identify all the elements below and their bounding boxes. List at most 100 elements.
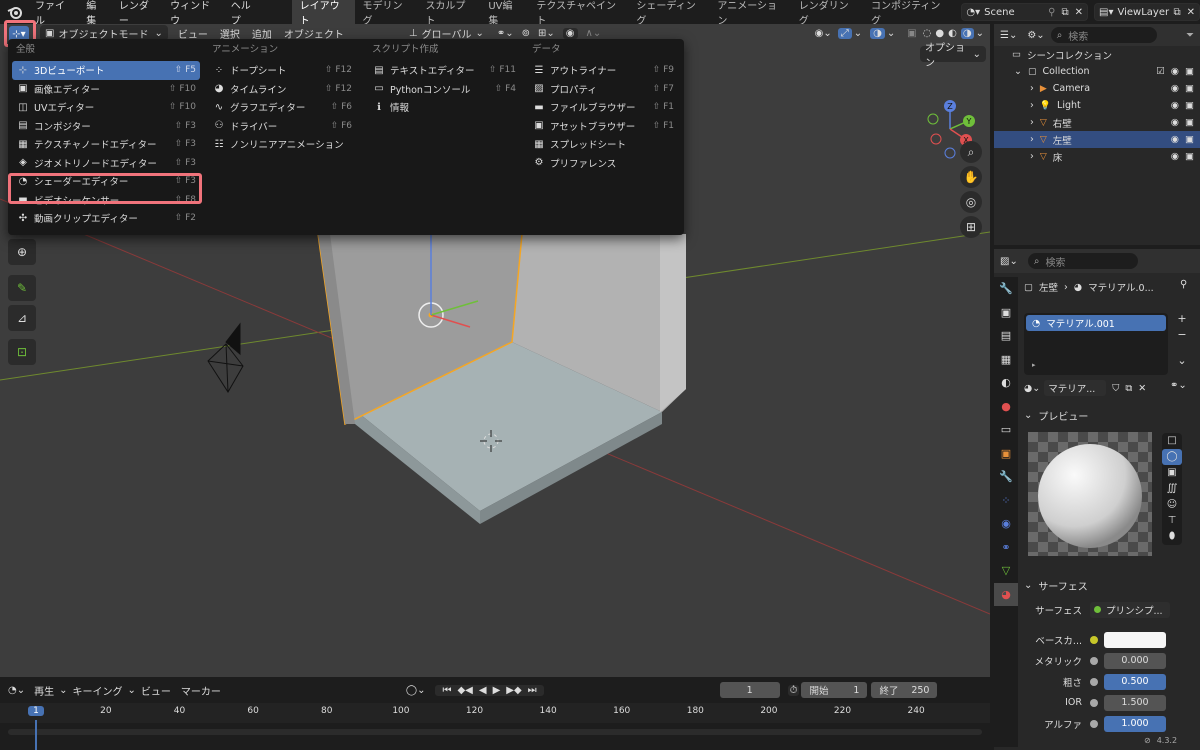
editor-menu-item[interactable]: ▦ スプレッドシート	[528, 135, 678, 154]
tool-tab-icon[interactable]: 🔧	[994, 277, 1018, 301]
editor-menu-item[interactable]: ⊹ 3Dビューポート ⇧ F5	[12, 61, 200, 80]
editor-menu-item[interactable]: ⁘ ドープシート ⇧ F12	[208, 61, 356, 80]
material-slot-list[interactable]: ◔ マテリアル.001 ▸	[1024, 313, 1168, 375]
eye-icon[interactable]: ◉	[1171, 83, 1179, 94]
pin-icon[interactable]: ⚲	[1180, 279, 1187, 290]
shader-field-value[interactable]: 0.000	[1104, 652, 1166, 669]
preview-flat-icon[interactable]: □	[1162, 433, 1182, 449]
camera-render-icon[interactable]: ▣	[1185, 151, 1194, 162]
pan-hand-icon[interactable]: ✋	[960, 166, 982, 188]
menu-item[interactable]: レンダー	[112, 0, 163, 27]
measure-tool-icon[interactable]: ⊿	[8, 305, 36, 331]
preview-panel-header[interactable]: ⌄ プレビュー	[1024, 407, 1088, 423]
auto-keying-icon[interactable]: ◯⌄	[406, 685, 426, 696]
pivot-icon[interactable]: ⚭⌄	[497, 28, 514, 39]
prev-keyframe-icon[interactable]: ◆◀	[454, 685, 475, 696]
editor-menu-item[interactable]: ▤ テキストエディター ⇧ F11	[368, 61, 520, 80]
shading-material-icon[interactable]: ◐	[948, 28, 957, 39]
camera-render-icon[interactable]: ▣	[1185, 83, 1194, 94]
add-slot-icon[interactable]: +	[1174, 311, 1190, 327]
annotate-tool-icon[interactable]: ✎	[8, 275, 36, 301]
expand-arrow-icon[interactable]: ›	[1030, 100, 1034, 111]
material-slot-item[interactable]: ◔ マテリアル.001	[1026, 315, 1166, 331]
filter-icon[interactable]: ⏷	[1186, 30, 1194, 41]
outliner-row[interactable]: › ▽ 床 ◉ ▣	[994, 148, 1200, 165]
editor-menu-item[interactable]: ▣ アセットブラウザー ⇧ F1	[528, 117, 678, 136]
editor-menu-item[interactable]: ∿ グラフエディター ⇧ F6	[208, 98, 356, 117]
camera-render-icon[interactable]: ▣	[1185, 100, 1194, 111]
current-frame-field[interactable]: 1	[719, 682, 780, 698]
physics-tab-icon[interactable]: ◉	[994, 512, 1018, 536]
shading-solid-icon[interactable]: ●	[935, 28, 944, 39]
preview-cube-icon[interactable]: ▣	[1162, 465, 1182, 481]
view-layer-selector[interactable]: ▤▾ ViewLayer ⧉ ✕	[1094, 3, 1200, 21]
expand-arrow-icon[interactable]: ⌄	[1014, 66, 1022, 77]
view-layer-tab-icon[interactable]: ▦	[994, 348, 1018, 372]
world-tab-icon[interactable]: ●	[994, 395, 1018, 419]
surface-panel-header[interactable]: ⌄ サーフェス	[1024, 577, 1088, 593]
timeline-editor-icon[interactable]: ◔⌄	[8, 685, 25, 696]
slot-menu-icon[interactable]: ⌄	[1174, 353, 1190, 369]
timeline-view-menu[interactable]: ビュー	[136, 683, 176, 698]
editor-menu-item[interactable]: ✣ 動画クリップエディター ⇧ F2	[12, 209, 200, 228]
editor-menu-item[interactable]: ☰ アウトライナー ⇧ F9	[528, 61, 678, 80]
expand-arrow-icon[interactable]: ›	[1030, 83, 1034, 94]
outliner-search-input[interactable]: ⌕ 検索	[1050, 27, 1157, 43]
jump-end-icon[interactable]: ⏭	[525, 685, 540, 696]
shading-dropdown-icon[interactable]: ⌄	[976, 28, 984, 39]
perspective-grid-icon[interactable]: ⊞	[960, 216, 982, 238]
outliner-row[interactable]: › ▽ 右壁 ◉ ▣	[994, 114, 1200, 131]
editor-menu-item[interactable]: ◕ タイムライン ⇧ F12	[208, 80, 356, 99]
overlay-toggle-icon[interactable]: ◑	[870, 27, 885, 39]
preview-cloth-icon[interactable]: ⊤	[1162, 513, 1182, 529]
editor-menu-item[interactable]: ▬ ファイルブラウザー ⇧ F1	[528, 98, 678, 117]
node-tree-icon[interactable]: ⚭⌄	[1170, 380, 1187, 391]
particles-tab-icon[interactable]: ⁘	[994, 489, 1018, 513]
end-frame-field[interactable]: 終了 250	[871, 682, 938, 698]
properties-editor-icon[interactable]: ▨⌄	[1000, 256, 1018, 267]
editor-menu-item[interactable]: ▨ プロパティ ⇧ F7	[528, 80, 678, 99]
expand-arrow-icon[interactable]: ›	[1030, 117, 1034, 128]
outliner-row[interactable]: › 💡 Light ◉ ▣	[994, 97, 1200, 114]
shading-wireframe-icon[interactable]: ◌	[923, 28, 932, 39]
playhead-line[interactable]	[35, 720, 37, 750]
scene-selector[interactable]: ◔▾ Scene ⚲ ⧉ ✕	[961, 3, 1088, 21]
eye-icon[interactable]: ◉	[1171, 151, 1179, 162]
editor-menu-item[interactable]: ⚇ ドライバー ⇧ F6	[208, 117, 356, 136]
shader-field-value[interactable]: 1.000	[1104, 715, 1166, 732]
unlink-icon[interactable]: ✕	[1138, 383, 1146, 394]
duplicate-icon[interactable]: ⧉	[1125, 383, 1132, 394]
editor-menu-item[interactable]: ◫ UVエディター ⇧ F10	[12, 98, 200, 117]
camera-view-icon[interactable]: ◎	[960, 191, 982, 213]
data-tab-icon[interactable]: ▽	[994, 559, 1018, 583]
outliner-row[interactable]: › ▶ Camera ◉ ▣	[994, 80, 1200, 97]
preview-sphere-icon[interactable]: ◯	[1162, 449, 1182, 465]
proportional-edit-icon[interactable]: ◉	[562, 27, 578, 39]
preview-monkey-icon[interactable]: ☺	[1162, 497, 1182, 513]
editor-menu-item[interactable]: ☷ ノンリニアアニメーション	[208, 135, 356, 154]
eye-icon[interactable]: ◉	[1171, 134, 1179, 145]
editor-menu-item[interactable]: ▣ 画像エディター ⇧ F10	[12, 80, 200, 99]
expand-arrow-icon[interactable]: ▸	[1032, 361, 1036, 369]
menu-item[interactable]: ウィンドウ	[163, 0, 224, 27]
display-mode-icon[interactable]: ⚙⌄	[1027, 30, 1044, 41]
expand-arrow-icon[interactable]: ›	[1030, 134, 1034, 145]
playback-menu[interactable]: 再生	[29, 683, 59, 698]
modifier-tab-icon[interactable]: 🔧	[994, 465, 1018, 489]
camera-render-icon[interactable]: ▣	[1185, 66, 1194, 77]
outliner-row[interactable]: › ▽ 左壁 ◉ ▣	[994, 131, 1200, 148]
material-browse-icon[interactable]: ◕⌄	[1024, 383, 1040, 394]
shading-rendered-icon[interactable]: ◑	[960, 27, 974, 39]
next-keyframe-icon[interactable]: ▶◆	[503, 685, 524, 696]
timeline-ruler[interactable]: 1 20 40 60 80 100 120 140 160 180 200 220 240	[0, 703, 990, 750]
play-reverse-icon[interactable]: ◀	[476, 685, 490, 696]
checkbox-icon[interactable]: ☑	[1156, 66, 1165, 77]
xray-icon[interactable]: ▣	[907, 28, 916, 39]
render-tab-icon[interactable]: ▣	[994, 301, 1018, 325]
shader-field-value[interactable]	[1104, 631, 1166, 648]
scene-collection-row[interactable]: ▭ シーンコレクション	[994, 46, 1200, 63]
options-button[interactable]: オプション ⌄	[920, 43, 986, 69]
editor-menu-item[interactable]: ℹ 情報	[368, 98, 520, 117]
eye-icon[interactable]: ◉	[1171, 66, 1179, 77]
falloff-icon[interactable]: ∧⌄	[586, 28, 602, 39]
